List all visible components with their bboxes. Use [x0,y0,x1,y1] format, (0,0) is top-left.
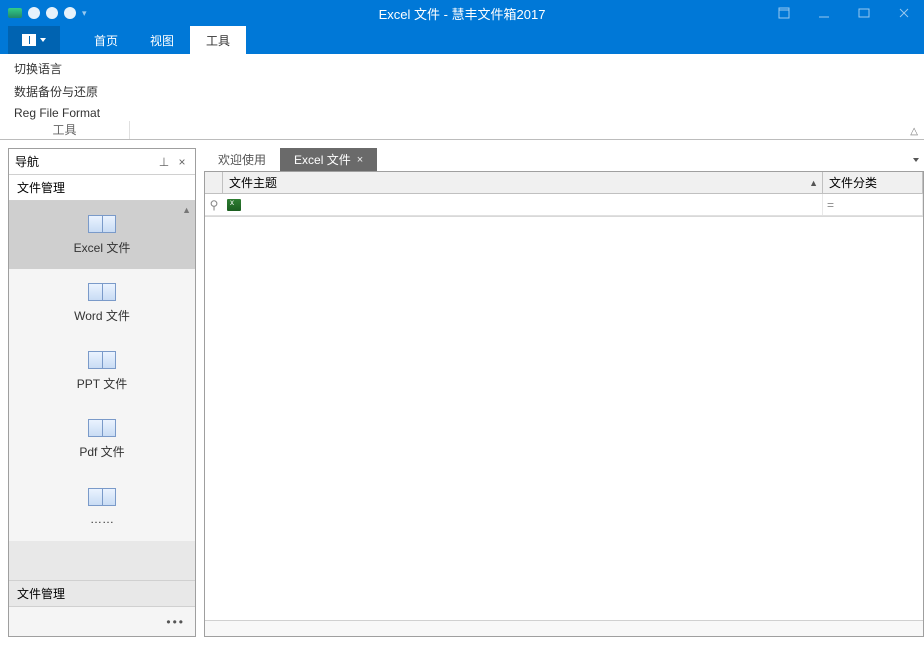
folder-tile-icon [88,215,116,233]
ribbon-item-switch-language[interactable]: 切换语言 [8,58,106,79]
folder-tile-icon [88,351,116,369]
ribbon-tab-view[interactable]: 视图 [134,26,190,54]
filter-operator: = [827,198,834,212]
grid-filter-row: ⚲ = [205,194,923,216]
document-area: 欢迎使用 Excel 文件 × 文件主题 ▲ 文件分类 ⚲ [204,148,924,637]
tab-close-icon[interactable]: × [357,154,363,166]
document-tab-strip: 欢迎使用 Excel 文件 × [204,148,924,172]
data-grid: 文件主题 ▲ 文件分类 ⚲ = [204,172,924,637]
grid-header-row: 文件主题 ▲ 文件分类 [205,172,923,194]
document-tab-label: 欢迎使用 [218,151,266,168]
chevron-down-icon [40,38,46,42]
nav-item-label: Excel 文件 [74,239,131,256]
ribbon-group-label: 工具 [0,121,130,139]
window-controls [764,0,924,26]
close-button[interactable] [884,0,924,26]
column-label: 文件分类 [829,174,877,191]
grid-filter-category[interactable]: = [823,194,923,215]
folder-tile-icon [88,283,116,301]
nav-item-excel[interactable]: Excel 文件 [9,201,195,269]
ribbon-group-tools: 切换语言 数据备份与还原 Reg File Format [8,58,106,122]
grid-filter-subject[interactable] [223,194,823,215]
navigation-panel-header: 导航 ⊥ × [9,149,195,175]
ribbon-item-backup-restore[interactable]: 数据备份与还原 [8,81,106,102]
navigation-panel: 导航 ⊥ × 文件管理 ▲ Excel 文件 Word 文件 PPT 文件 [8,148,196,637]
grid-footer [205,620,923,636]
ribbon-body: 切换语言 数据备份与还原 Reg File Format 工具 △ [0,54,924,140]
document-tab-welcome[interactable]: 欢迎使用 [204,148,280,171]
ribbon-item-reg-file-format[interactable]: Reg File Format [8,104,106,122]
workspace: 导航 ⊥ × 文件管理 ▲ Excel 文件 Word 文件 PPT 文件 [0,140,924,645]
nav-item-more[interactable]: …… [9,473,195,541]
document-tab-label: Excel 文件 [294,151,351,168]
nav-item-label: PPT 文件 [77,375,127,392]
app-icon [8,8,22,18]
folder-tile-icon [88,419,116,437]
quick-access-button-2[interactable] [46,7,58,19]
folder-tile-icon [88,488,116,506]
sort-ascending-icon: ▲ [809,178,818,188]
ribbon-tab-strip: 首页 视图 工具 [0,26,924,54]
ribbon-tab-tools[interactable]: 工具 [190,26,246,54]
column-label: 文件主题 [229,174,277,191]
nav-item-label: Pdf 文件 [79,443,124,460]
nav-scroll-up-button[interactable]: ▲ [182,205,191,215]
nav-item-pdf[interactable]: Pdf 文件 [9,405,195,473]
navigation-body: ▲ Excel 文件 Word 文件 PPT 文件 Pdf 文件 [9,201,195,636]
quick-access-dropdown-icon[interactable]: ▾ [82,8,87,19]
navigation-overflow-button[interactable]: ••• [9,606,195,636]
file-menu-button[interactable] [8,26,60,54]
panel-close-icon[interactable]: × [175,155,189,169]
navigation-bottom-bar[interactable]: 文件管理 [9,580,195,606]
maximize-button[interactable] [844,0,884,26]
quick-access-button-3[interactable] [64,7,76,19]
grid-column-header-subject[interactable]: 文件主题 ▲ [223,172,823,193]
ribbon-collapse-button[interactable]: △ [910,126,918,137]
nav-item-ppt[interactable]: PPT 文件 [9,337,195,405]
quick-access-button-1[interactable] [28,7,40,19]
navigation-panel-title: 导航 [15,153,39,170]
ribbon-tab-home[interactable]: 首页 [78,26,134,54]
document-tab-excel[interactable]: Excel 文件 × [280,148,377,171]
grid-body[interactable] [205,216,923,620]
excel-file-icon [227,199,241,211]
file-menu-icon [22,34,36,46]
nav-item-label: …… [90,512,114,526]
navigation-items: Excel 文件 Word 文件 PPT 文件 Pdf 文件 …… [9,201,195,541]
ribbon-display-options-button[interactable] [764,0,804,26]
filter-row-indicator[interactable]: ⚲ [205,194,223,215]
chevron-down-icon [913,158,919,162]
nav-item-word[interactable]: Word 文件 [9,269,195,337]
navigation-section-title[interactable]: 文件管理 [9,175,195,201]
grid-corner-cell[interactable] [205,172,223,193]
pin-icon[interactable]: ⊥ [157,155,171,169]
document-tabs-dropdown[interactable] [908,148,924,171]
title-bar: ▾ Excel 文件 - 慧丰文件箱2017 [0,0,924,26]
nav-item-label: Word 文件 [74,307,130,324]
minimize-button[interactable] [804,0,844,26]
titlebar-left-icons: ▾ [0,7,87,19]
grid-column-header-category[interactable]: 文件分类 [823,172,923,193]
